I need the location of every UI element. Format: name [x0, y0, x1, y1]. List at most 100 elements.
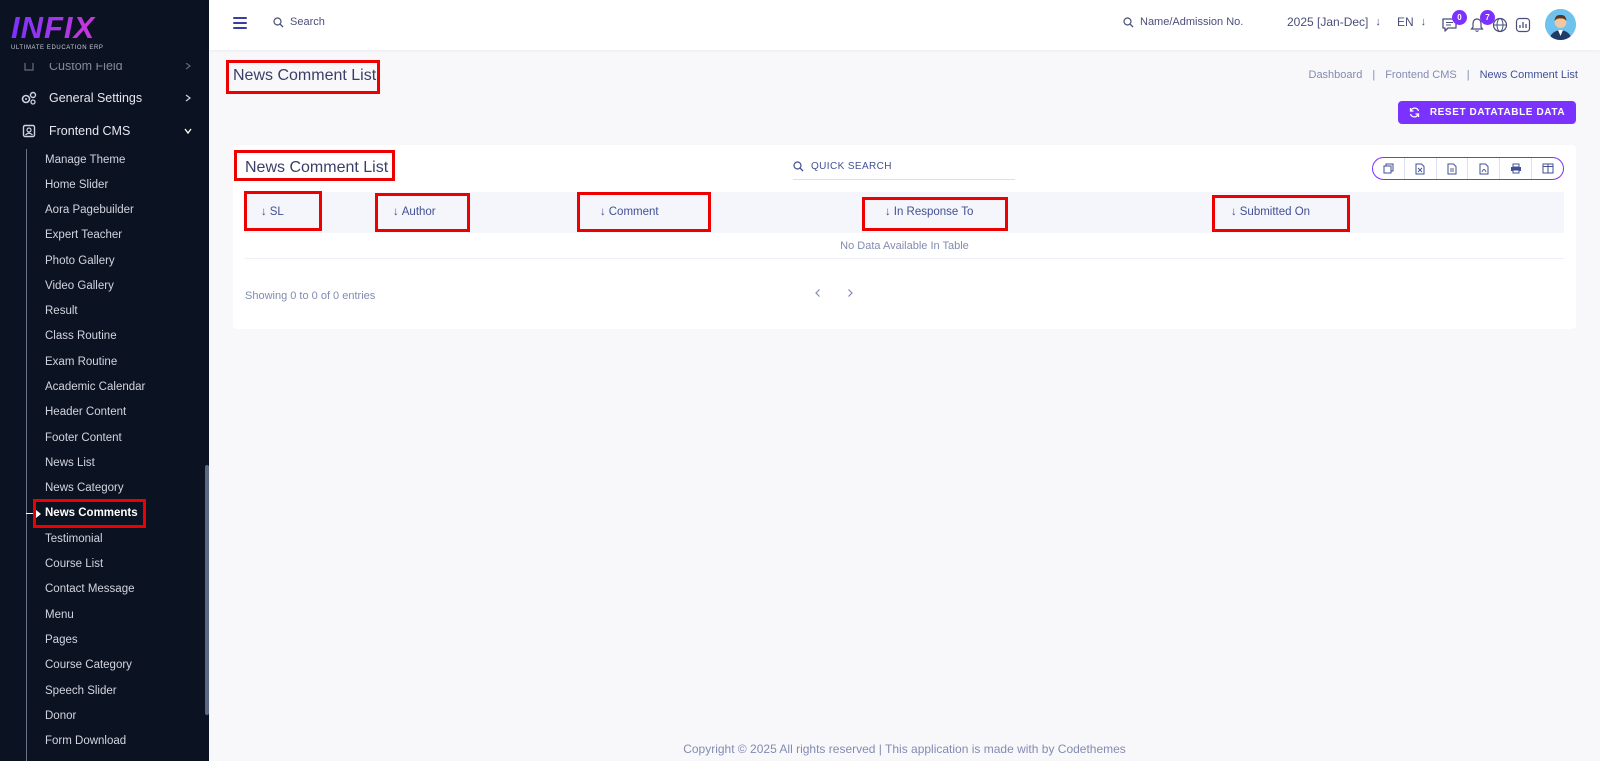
previous-page-icon[interactable]: [813, 287, 823, 301]
sidebar-item-frontend-cms[interactable]: Frontend CMS: [20, 118, 195, 144]
breadcrumb-link-frontend-cms[interactable]: Frontend CMS: [1385, 69, 1457, 81]
submenu-item[interactable]: Manage Theme: [45, 151, 125, 169]
submenu-item-active[interactable]: News Comments: [45, 504, 138, 522]
sidebar-item-general-settings[interactable]: General Settings: [20, 85, 195, 111]
year-value: 2025 [Jan-Dec]: [1287, 15, 1369, 29]
submenu-item[interactable]: Expert Teacher: [45, 226, 122, 244]
breadcrumb-separator: |: [1372, 69, 1376, 81]
chevron-right-icon: [181, 91, 195, 105]
breadcrumb-separator: |: [1466, 69, 1470, 81]
sort-arrow-icon: ↓: [600, 206, 606, 218]
language-value: EN: [1397, 15, 1414, 29]
submenu-item[interactable]: Home Slider: [45, 176, 108, 194]
quick-search[interactable]: QUICK SEARCH: [793, 154, 1015, 180]
submenu-item[interactable]: Menu: [45, 606, 74, 624]
academic-year-select[interactable]: 2025 [Jan-Dec] ↓: [1287, 15, 1381, 29]
topbar: Search Name/Admission No. 2025 [Jan-Dec]…: [209, 0, 1600, 50]
quick-search-input[interactable]: QUICK SEARCH: [811, 161, 892, 172]
columns-icon: [1542, 163, 1554, 174]
chevron-right-icon: [181, 63, 195, 73]
column-header-submitted-on[interactable]: ↓ Submitted On: [1231, 206, 1310, 218]
sort-arrow-icon: ↓: [1231, 206, 1237, 218]
submenu-item[interactable]: Academic Calendar: [45, 378, 145, 396]
submenu-item[interactable]: Contact Message: [45, 580, 135, 598]
csv-button[interactable]: [1437, 158, 1469, 179]
language-select[interactable]: EN ↓: [1397, 15, 1426, 29]
submenu-line: [26, 149, 27, 761]
submenu-item[interactable]: Exam Routine: [45, 353, 117, 371]
table-header: ↓ SL ↓ Author ↓ Comment ↓ In Response To ↓ Su…: [245, 192, 1564, 233]
csv-icon: [1447, 163, 1457, 174]
pdf-icon: [1479, 163, 1489, 174]
submenu-item[interactable]: News Category: [45, 479, 124, 497]
submenu-item[interactable]: Footer Content: [45, 429, 122, 447]
submenu-item[interactable]: Photo Gallery: [45, 252, 115, 270]
entries-info: Showing 0 to 0 of 0 entries: [245, 290, 376, 302]
cms-icon: [20, 122, 38, 140]
search-icon: [1123, 16, 1134, 27]
print-icon: [1510, 163, 1521, 174]
website-button[interactable]: [1490, 15, 1510, 35]
submenu-item[interactable]: Pages: [45, 631, 78, 649]
name-search-input[interactable]: Name/Admission No.: [1140, 16, 1243, 28]
hamburger-menu-icon[interactable]: [233, 17, 247, 29]
sidebar: INFIX ULTIMATE EDUCATION ERP Custom Fiel…: [0, 0, 209, 761]
submenu-item[interactable]: Testimonial: [45, 530, 103, 548]
search-input[interactable]: Search: [290, 16, 325, 28]
empty-table-message: No Data Available In Table: [245, 233, 1564, 259]
submenu-item[interactable]: Class Routine: [45, 327, 117, 345]
column-header-in-response-to[interactable]: ↓ In Response To: [885, 206, 973, 218]
submenu-item[interactable]: News List: [45, 454, 95, 472]
sidebar-item-label: Frontend CMS: [49, 124, 131, 138]
pdf-button[interactable]: [1468, 158, 1501, 179]
gears-icon: [20, 89, 38, 107]
arrow-down-icon: ↓: [1375, 16, 1381, 28]
field-icon: [20, 63, 38, 75]
chart-icon: [1515, 17, 1531, 33]
reports-button[interactable]: [1513, 15, 1533, 35]
page-title: News Comment List: [233, 67, 377, 84]
sort-arrow-icon: ↓: [885, 206, 891, 218]
breadcrumb-link-dashboard[interactable]: Dashboard: [1309, 69, 1363, 81]
submenu-item[interactable]: Form Download: [45, 732, 126, 750]
reset-button-label: RESET DATATABLE DATA: [1429, 107, 1566, 118]
submenu-item[interactable]: Result: [45, 302, 78, 320]
breadcrumb: Dashboard | Frontend CMS | News Comment …: [1309, 69, 1579, 81]
messages-button[interactable]: 0: [1439, 10, 1467, 35]
search-icon: [793, 161, 804, 172]
notifications-button[interactable]: 7: [1467, 10, 1495, 35]
sidebar-scrollbar[interactable]: [205, 465, 209, 715]
copy-button[interactable]: [1373, 158, 1405, 179]
submenu-item[interactable]: Video Gallery: [45, 277, 114, 295]
excel-button[interactable]: [1405, 158, 1437, 179]
column-label: Submitted On: [1239, 206, 1311, 218]
export-button-group: [1372, 157, 1564, 180]
column-header-author[interactable]: ↓ Author: [393, 206, 436, 218]
table-title: News Comment List: [245, 159, 389, 176]
column-header-comment[interactable]: ↓ Comment: [600, 206, 659, 218]
submenu-item[interactable]: Speech Slider: [45, 682, 117, 700]
submenu-item[interactable]: Header Content: [45, 403, 126, 421]
messages-badge: 0: [1452, 10, 1467, 25]
user-avatar[interactable]: [1545, 9, 1576, 40]
logo[interactable]: INFIX ULTIMATE EDUCATION ERP: [11, 12, 161, 57]
submenu-item[interactable]: Course List: [45, 555, 103, 573]
next-page-icon[interactable]: [845, 287, 855, 301]
reset-datatable-button[interactable]: RESET DATATABLE DATA: [1398, 101, 1576, 124]
name-admission-search[interactable]: Name/Admission No.: [1123, 16, 1243, 28]
search-icon: [273, 16, 284, 27]
breadcrumb-current: News Comment List: [1479, 69, 1578, 81]
submenu-item[interactable]: Course Category: [45, 656, 132, 674]
copy-icon: [1383, 163, 1394, 174]
active-indicator-line: [26, 513, 34, 514]
avatar-icon: [1545, 9, 1576, 40]
sidebar-item-label: General Settings: [49, 91, 143, 105]
print-button[interactable]: [1500, 158, 1533, 179]
top-search[interactable]: Search: [273, 16, 325, 28]
sort-arrow-icon: ↓: [393, 206, 399, 218]
submenu-item[interactable]: Donor: [45, 707, 76, 725]
columns-button[interactable]: [1532, 158, 1563, 179]
submenu-item[interactable]: Aora Pagebuilder: [45, 201, 134, 219]
column-header-sl[interactable]: ↓ SL: [261, 206, 284, 218]
active-indicator-icon: [36, 510, 41, 518]
